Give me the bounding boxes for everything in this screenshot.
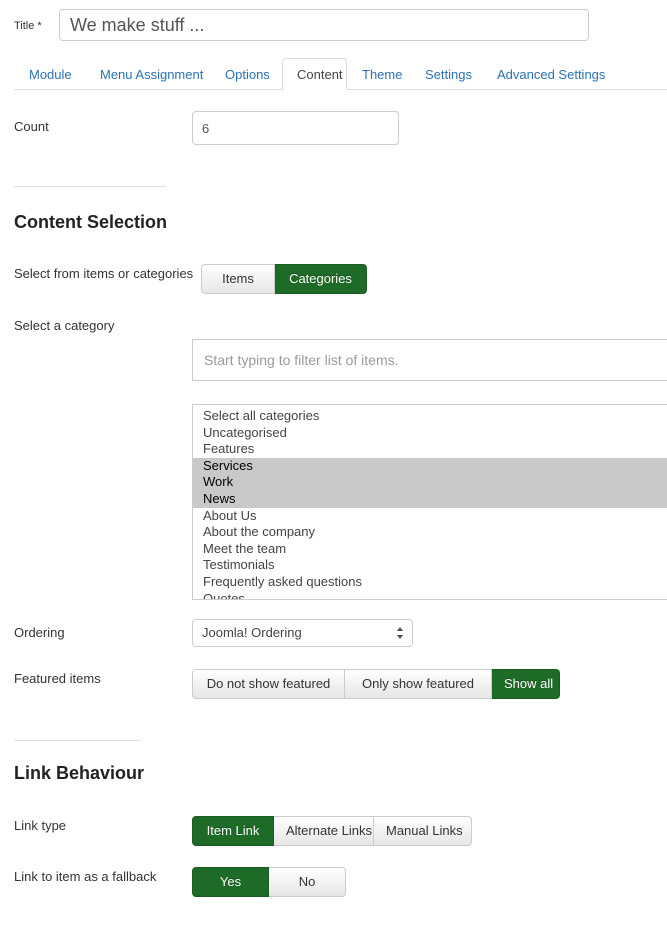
link-type-button-group[interactable]: Item Link Alternate Links Manual Links bbox=[192, 816, 472, 846]
tab-advanced-settings[interactable]: Advanced Settings bbox=[482, 58, 616, 90]
content-selection-heading: Content Selection bbox=[14, 212, 168, 232]
title-row: Title * bbox=[0, 0, 667, 52]
listbox-option[interactable]: About Us bbox=[193, 508, 667, 525]
button-yes[interactable]: Yes bbox=[192, 867, 269, 897]
button-do-not-show-featured[interactable]: Do not show featured bbox=[192, 669, 345, 699]
fallback-label: Link to item as a fallback bbox=[14, 869, 157, 884]
tab-menu-assignment[interactable]: Menu Assignment bbox=[85, 58, 210, 90]
listbox-option[interactable]: Quotes bbox=[193, 591, 667, 599]
button-show-all[interactable]: Show all bbox=[492, 669, 560, 699]
listbox-option[interactable]: Testimonials bbox=[193, 557, 667, 574]
chevron-updown-icon bbox=[396, 627, 404, 639]
link-behaviour-divider bbox=[14, 740, 140, 741]
button-items[interactable]: Items bbox=[201, 264, 275, 294]
ordering-select-value: Joomla! Ordering bbox=[202, 625, 302, 640]
content-selection-divider bbox=[14, 186, 166, 187]
listbox-option[interactable]: Services bbox=[193, 457, 667, 475]
tab-module[interactable]: Module bbox=[14, 58, 85, 90]
ordering-label: Ordering bbox=[14, 625, 65, 640]
tab-settings[interactable]: Settings bbox=[410, 58, 482, 90]
listbox-option[interactable]: About the company bbox=[193, 524, 667, 541]
fallback-button-group[interactable]: Yes No bbox=[192, 867, 346, 897]
tab-options[interactable]: Options bbox=[210, 58, 282, 90]
listbox-option[interactable]: Features bbox=[193, 441, 667, 458]
category-filter-input[interactable] bbox=[192, 339, 667, 381]
listbox-option[interactable]: Frequently asked questions bbox=[193, 574, 667, 591]
tab-theme[interactable]: Theme bbox=[347, 58, 410, 90]
listbox-option[interactable]: Meet the team bbox=[193, 541, 667, 558]
button-no[interactable]: No bbox=[269, 867, 346, 897]
featured-items-label: Featured items bbox=[14, 671, 101, 686]
listbox-option[interactable]: Uncategorised bbox=[193, 425, 667, 442]
category-select-label: Select a category bbox=[14, 318, 115, 333]
ordering-select[interactable]: Joomla! Ordering bbox=[192, 619, 413, 647]
listbox-option[interactable]: Select all categories bbox=[193, 408, 667, 425]
tab-content[interactable]: Content bbox=[282, 58, 347, 90]
link-behaviour-heading: Link Behaviour bbox=[14, 763, 145, 783]
featured-items-button-group[interactable]: Do not show featured Only show featured Sh… bbox=[192, 669, 560, 699]
title-input[interactable] bbox=[59, 9, 589, 41]
button-manual-links[interactable]: Manual Links bbox=[374, 816, 472, 846]
button-alternate-links[interactable]: Alternate Links bbox=[274, 816, 374, 846]
button-item-link[interactable]: Item Link bbox=[192, 816, 274, 846]
button-only-show-featured[interactable]: Only show featured bbox=[345, 669, 492, 699]
source-select-button-group[interactable]: Items Categories bbox=[201, 264, 367, 294]
listbox-option[interactable]: News bbox=[193, 490, 667, 508]
link-type-label: Link type bbox=[14, 818, 67, 833]
button-categories[interactable]: Categories bbox=[275, 264, 367, 294]
tab-bar: Module Menu Assignment Options Content Theme… bbox=[0, 58, 667, 90]
title-label: Title * bbox=[14, 20, 42, 32]
listbox-option[interactable]: Work bbox=[193, 474, 667, 491]
count-label: Count bbox=[14, 119, 49, 134]
count-input[interactable] bbox=[192, 111, 399, 145]
category-listbox[interactable]: Select all categories Uncategorised Featur… bbox=[192, 404, 667, 600]
source-select-label: Select from items or categories bbox=[14, 266, 194, 281]
